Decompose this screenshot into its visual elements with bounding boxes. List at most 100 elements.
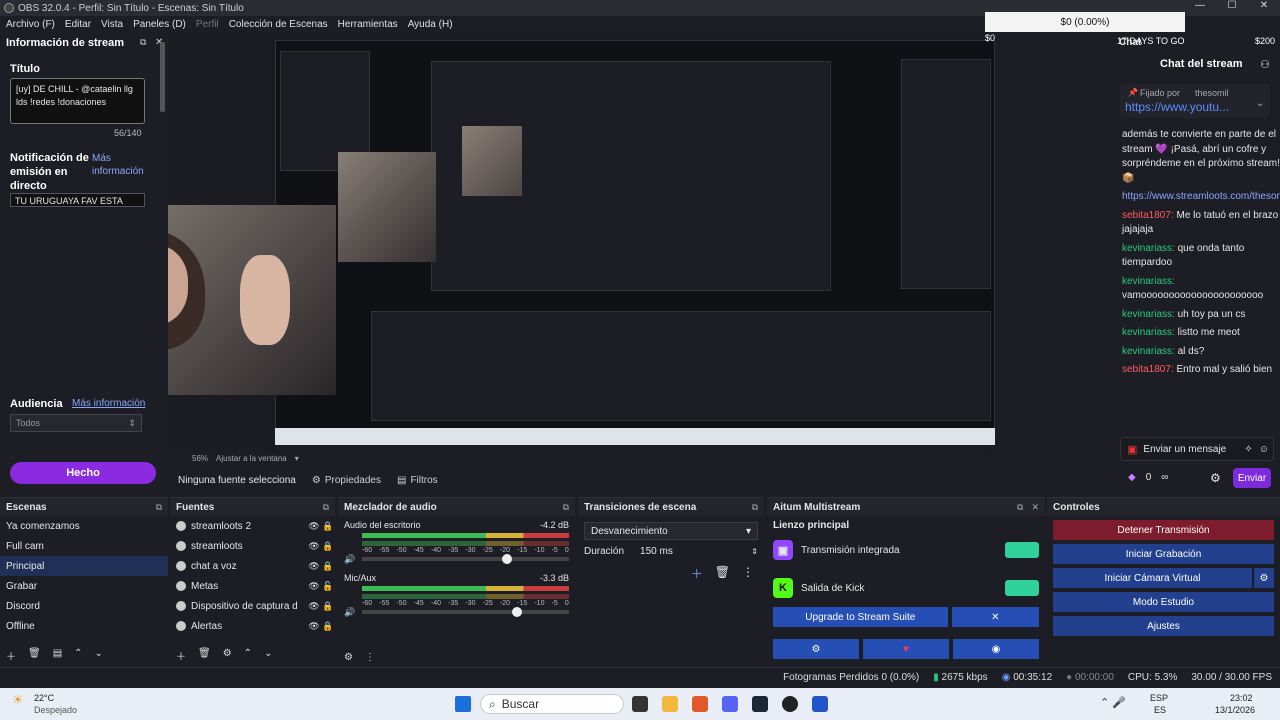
language-layout[interactable]: ES [1154, 705, 1166, 715]
volume-slider[interactable] [362, 607, 569, 617]
app-icon[interactable] [812, 696, 828, 712]
scene-item[interactable]: Offline [0, 616, 168, 636]
studio-mode-button[interactable]: Modo Estudio [1053, 592, 1274, 612]
more-icon[interactable]: ⋮ [742, 565, 754, 582]
eye-icon[interactable]: 👁 [307, 621, 321, 632]
close-icon[interactable]: ✕ [951, 607, 1039, 627]
menu-view[interactable]: Vista [101, 19, 123, 30]
duration-input[interactable]: 150 ms [640, 546, 673, 557]
speaker-icon[interactable]: 🔊 [344, 554, 355, 565]
gear-icon[interactable]: ⚙ [1254, 568, 1274, 588]
speaker-icon[interactable]: 🔊 [344, 607, 355, 618]
language[interactable]: ESP [1150, 693, 1168, 703]
lock-icon[interactable]: 🔒 [321, 561, 335, 572]
menu-docks[interactable]: Paneles (D) [133, 19, 186, 30]
source-item[interactable]: Metas 👁 🔓 [170, 576, 335, 596]
down-icon[interactable]: ⌄ [95, 648, 103, 663]
minimize-icon[interactable]: — [1184, 0, 1216, 11]
chat-text[interactable]: https://www.streamloots.com/thesomil [1122, 191, 1280, 202]
discord-icon[interactable] [722, 696, 738, 712]
chat-user[interactable]: kevinariass: [1122, 309, 1175, 320]
weather-text[interactable]: Despejado [34, 705, 77, 715]
more-icon[interactable]: ⋮ [365, 652, 375, 663]
lock-icon[interactable]: 🔒 [321, 541, 335, 552]
up-icon[interactable]: ⌃ [74, 648, 82, 663]
lock-icon[interactable]: 🔒 [321, 601, 335, 612]
start-virtual-camera-button[interactable]: Iniciar Cámara Virtual [1053, 568, 1252, 588]
heart-icon[interactable]: ♥ [863, 639, 949, 659]
chat-user[interactable]: kevinariass: [1122, 243, 1175, 254]
lock-icon[interactable]: 🔒 [321, 621, 335, 632]
source-item[interactable]: Dispositivo de captura d 👁 🔒 [170, 596, 335, 616]
gear-icon[interactable]: ⚙ [1210, 471, 1221, 485]
steam-icon[interactable] [752, 696, 768, 712]
volume-knob[interactable] [512, 607, 523, 617]
chat-input-placeholder[interactable]: Enviar un mensaje [1143, 444, 1226, 455]
scene-item-selected[interactable]: Principal [0, 556, 168, 576]
pinned-message[interactable]: 📌 Fijado por thesomil https://www.youtu.… [1120, 84, 1270, 118]
scrollbar[interactable] [160, 42, 165, 112]
chat-input[interactable]: ▣ Enviar un mensaje ✧ ☺ [1120, 437, 1274, 461]
scene-item[interactable]: Discord [0, 596, 168, 616]
properties-button[interactable]: ⚙ Propiedades [312, 475, 381, 486]
chat-user[interactable]: sebita1807: [1122, 364, 1174, 375]
weather-icon[interactable]: ☀ [12, 692, 24, 708]
chat-message[interactable]: https://www.streamloots.com/thesomil [1122, 190, 1280, 205]
menu-file[interactable]: Archivo (F) [6, 19, 55, 30]
audience-select[interactable]: Todos ⇕ [10, 414, 142, 432]
trash-icon[interactable]: 🗑 [28, 648, 41, 663]
chevron-down-icon[interactable]: ⌄ [1256, 98, 1264, 109]
title-input[interactable]: [uy] DE CHILL - @cataelin llg lds !redes… [10, 78, 145, 124]
chat-user[interactable]: kevinariass: [1122, 327, 1175, 338]
float-icon[interactable]: ⧉ [563, 502, 569, 513]
chat-settings-icon[interactable]: ⚇ [1260, 58, 1270, 71]
eye-icon[interactable]: 👁 [307, 601, 321, 612]
float-icon[interactable]: ⧉ [323, 502, 329, 513]
gear-icon[interactable]: ⚙ [773, 639, 859, 659]
chat-user[interactable]: sebita1807: [1122, 210, 1174, 221]
add-icon[interactable]: ＋ [176, 648, 186, 663]
send-button[interactable]: Enviar [1233, 468, 1271, 488]
down-icon[interactable]: ⌄ [264, 648, 272, 663]
float-icon[interactable]: ⧉ [1017, 502, 1023, 513]
scene-item[interactable]: Ya comenzamos [0, 516, 168, 536]
eye-icon[interactable]: 👁 [307, 521, 321, 532]
date[interactable]: 13/1/2026 [1215, 705, 1255, 715]
search-placeholder[interactable]: Buscar [502, 697, 539, 711]
menu-scene-collection[interactable]: Colección de Escenas [229, 19, 328, 30]
scene-item[interactable]: Full cam [0, 536, 168, 556]
windows-start-icon[interactable] [455, 696, 471, 712]
filter-icon[interactable]: ▤ [53, 648, 62, 663]
start-recording-button[interactable]: Iniciar Grabación [1053, 544, 1274, 564]
menu-help[interactable]: Ayuda (H) [408, 19, 453, 30]
lock-icon[interactable]: 🔒 [321, 521, 335, 532]
clock[interactable]: 23:02 [1230, 693, 1253, 703]
menu-edit[interactable]: Editar [65, 19, 91, 30]
float-icon[interactable]: ⧉ [156, 502, 162, 513]
source-item[interactable]: streamloots 👁 🔒 [170, 536, 335, 556]
transition-select[interactable]: Desvanecimiento ▾ [584, 522, 758, 540]
stop-streaming-button[interactable]: Detener Transmisión [1053, 520, 1274, 540]
eye-icon[interactable]: 👁 [307, 581, 321, 592]
notification-input[interactable]: TU URUGUAYA FAV ESTA [10, 193, 145, 207]
upgrade-button[interactable]: Upgrade to Stream Suite [773, 607, 948, 627]
brave-icon[interactable] [692, 696, 708, 712]
taskview-icon[interactable] [632, 696, 648, 712]
chevron-down-icon[interactable]: ▾ [295, 454, 299, 463]
trash-icon[interactable]: 🗑 [715, 565, 730, 582]
output-toggle[interactable] [1005, 580, 1039, 596]
trash-icon[interactable]: 🗑 [198, 648, 211, 663]
output-toggle[interactable] [1005, 542, 1039, 558]
done-button[interactable]: Hecho [10, 462, 156, 484]
menu-tools[interactable]: Herramientas [338, 19, 398, 30]
notification-more-info-link[interactable]: Más información [92, 152, 152, 178]
chat-user[interactable]: kevinariass: [1122, 276, 1175, 287]
volume-slider[interactable] [362, 554, 569, 564]
close-icon[interactable]: ✕ [1031, 502, 1039, 513]
system-tray-icon[interactable]: ⌃ 🎤 [1100, 696, 1126, 709]
maximize-icon[interactable]: ☐ [1216, 0, 1248, 11]
folder-icon[interactable] [662, 696, 678, 712]
source-item[interactable]: streamloots 2 👁 🔒 [170, 516, 335, 536]
source-item[interactable]: Alertas 👁 🔒 [170, 616, 335, 636]
spinner-icon[interactable]: ⇕ [751, 547, 758, 556]
